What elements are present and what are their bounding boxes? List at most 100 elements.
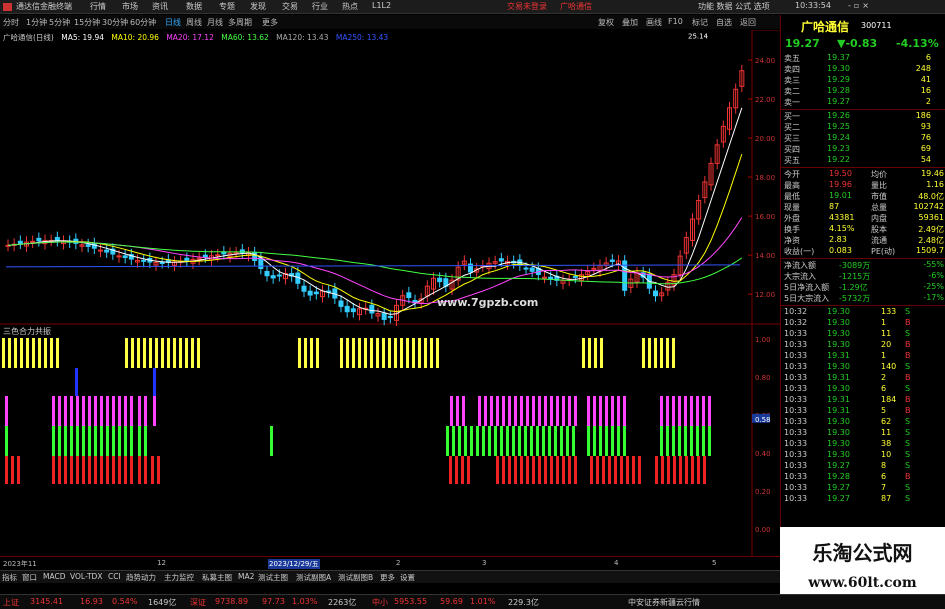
period-tab-more[interactable]: 更多 bbox=[262, 17, 278, 28]
period-tab-60m[interactable]: 60分钟 bbox=[130, 17, 156, 28]
red-bar bbox=[526, 456, 529, 484]
green-bar bbox=[605, 426, 608, 456]
tick-volume: 2 bbox=[881, 373, 887, 382]
period-tab-multi[interactable]: 多周期 bbox=[228, 17, 252, 28]
tick-time: 10:33 bbox=[784, 395, 808, 404]
kline-chart[interactable]: 24.00 22.00 20.00 18.00 16.00 14.00 12.00 25.14… bbox=[0, 30, 780, 326]
magenta-bar bbox=[70, 396, 73, 426]
period-tab-daily[interactable]: 日线 bbox=[165, 17, 181, 28]
tick-time: 10:33 bbox=[784, 362, 808, 371]
menu-item-trade[interactable]: 交易 bbox=[282, 1, 298, 12]
stat-value: 4.15% bbox=[829, 224, 855, 233]
candle-body bbox=[338, 300, 344, 307]
menu-item-market[interactable]: 行情 bbox=[90, 1, 106, 12]
menu-item-news[interactable]: 资讯 bbox=[152, 1, 168, 12]
tool-f10[interactable]: F10 bbox=[668, 17, 683, 26]
tab-main-monitor[interactable]: 主力监控 bbox=[164, 572, 194, 583]
magenta-bar bbox=[544, 396, 547, 426]
tick-row: 10:33 19.30 11 S bbox=[781, 428, 945, 439]
tick-price: 19.31 bbox=[827, 351, 850, 360]
tick-row: 10:33 19.31 1 B bbox=[781, 351, 945, 362]
candle-body bbox=[350, 308, 356, 313]
tool-watchlist[interactable]: 自选 bbox=[716, 17, 732, 28]
period-tab-monthly[interactable]: 月线 bbox=[207, 17, 223, 28]
tab-trend-power[interactable]: 趋势动力 bbox=[126, 572, 156, 583]
tab-test-sub-a[interactable]: 测试副图A bbox=[296, 572, 331, 583]
tab-cci[interactable]: CCI bbox=[108, 572, 121, 581]
yellow-bar bbox=[316, 338, 319, 368]
last-price: 19.27 bbox=[785, 37, 820, 50]
login-warning[interactable]: 交易未登录 bbox=[507, 1, 547, 12]
menu-bar: 通达信金融终端 行情 市场 资讯 数据 专题 发现 交易 行业 热点 L1L2 … bbox=[0, 0, 945, 14]
period-tab-30m[interactable]: 30分钟 bbox=[102, 17, 128, 28]
price-change-pct: -4.13% bbox=[896, 37, 939, 50]
tab-indicator[interactable]: 指标 bbox=[2, 572, 17, 583]
menu-item-topics[interactable]: 专题 bbox=[219, 1, 235, 12]
tick-volume: 6 bbox=[881, 384, 887, 393]
sh-index-label[interactable]: 上证 bbox=[3, 597, 19, 608]
yellow-bar bbox=[648, 338, 651, 368]
zx-index-label[interactable]: 中小 bbox=[372, 597, 388, 608]
green-bar bbox=[94, 426, 97, 456]
menu-item-markets[interactable]: 市场 bbox=[122, 1, 138, 12]
menu-item-l1l2[interactable]: L1L2 bbox=[372, 1, 391, 10]
red-bar bbox=[596, 456, 599, 484]
sz-index-label[interactable]: 深证 bbox=[190, 597, 206, 608]
price-tick-label: 12.00 bbox=[755, 291, 775, 299]
price-tick-label: 20.00 bbox=[755, 135, 775, 143]
magenta-bar bbox=[672, 396, 675, 426]
candle-body bbox=[437, 277, 443, 283]
menu-item-hot[interactable]: 热点 bbox=[342, 1, 358, 12]
green-bar bbox=[672, 426, 675, 456]
tab-ma2[interactable]: MA2 bbox=[238, 572, 254, 581]
tick-price: 19.28 bbox=[827, 472, 850, 481]
current-stock-tab[interactable]: 广哈通信 bbox=[560, 1, 592, 12]
red-bar bbox=[574, 456, 577, 484]
top-function-menu[interactable]: 功能 数据 公式 选项 bbox=[698, 1, 770, 12]
tick-time: 10:33 bbox=[784, 340, 808, 349]
menu-item-industry[interactable]: 行业 bbox=[312, 1, 328, 12]
yellow-bar bbox=[600, 338, 603, 368]
green-bar bbox=[452, 426, 455, 456]
tab-test-sub-b[interactable]: 测试副图B bbox=[338, 572, 373, 583]
red-bar bbox=[520, 456, 523, 484]
candle-body bbox=[159, 262, 165, 265]
red-bar bbox=[130, 456, 133, 484]
tab-vol-tdx[interactable]: VOL-TDX bbox=[70, 572, 102, 581]
red-bar bbox=[100, 456, 103, 484]
tab-macd[interactable]: MACD bbox=[43, 572, 65, 581]
tab-more[interactable]: 更多 bbox=[380, 572, 395, 583]
period-tab-1m[interactable]: 1分钟 bbox=[26, 17, 47, 28]
tool-draw[interactable]: 画线 bbox=[646, 17, 662, 28]
watermark-url: www.60lt.com bbox=[808, 575, 917, 591]
magenta-bar bbox=[112, 396, 115, 426]
tool-mark[interactable]: 标记 bbox=[692, 17, 708, 28]
yellow-bar bbox=[352, 338, 355, 368]
period-tab-minute[interactable]: 分时 bbox=[3, 17, 19, 28]
stat-label: 今开 bbox=[784, 170, 800, 179]
tool-overlay[interactable]: 叠加 bbox=[622, 17, 638, 28]
window-controls[interactable]: -▫× bbox=[848, 1, 872, 10]
tab-test-main[interactable]: 测试主图 bbox=[258, 572, 288, 583]
yellow-bar bbox=[388, 338, 391, 368]
zx-index-change: 59.69 bbox=[440, 597, 463, 606]
tool-restore-right[interactable]: 复权 bbox=[598, 17, 614, 28]
menu-item-data[interactable]: 数据 bbox=[186, 1, 202, 12]
tick-price: 19.31 bbox=[827, 406, 850, 415]
stat-row: 换手 4.15% 股本 2.49亿 bbox=[781, 224, 945, 235]
period-tab-weekly[interactable]: 周线 bbox=[186, 17, 202, 28]
menu-item-discover[interactable]: 发现 bbox=[250, 1, 266, 12]
green-bar bbox=[542, 426, 545, 456]
stat-label: PE(动) bbox=[871, 247, 896, 256]
tab-window[interactable]: 窗口 bbox=[22, 572, 37, 583]
period-tab-5m[interactable]: 5分钟 bbox=[49, 17, 70, 28]
tool-back[interactable]: 返回 bbox=[740, 17, 756, 28]
stat-value: 2.48亿 bbox=[918, 236, 944, 245]
candle-body bbox=[85, 244, 91, 247]
period-tab-15m[interactable]: 15分钟 bbox=[74, 17, 100, 28]
red-bar bbox=[124, 456, 127, 484]
indicator-chart[interactable]: 1.000.800.600.580.400.200.00 bbox=[0, 324, 780, 556]
tab-settings[interactable]: 设置 bbox=[400, 572, 415, 583]
yellow-bar bbox=[298, 338, 301, 368]
tab-private-main[interactable]: 私募主图 bbox=[202, 572, 232, 583]
